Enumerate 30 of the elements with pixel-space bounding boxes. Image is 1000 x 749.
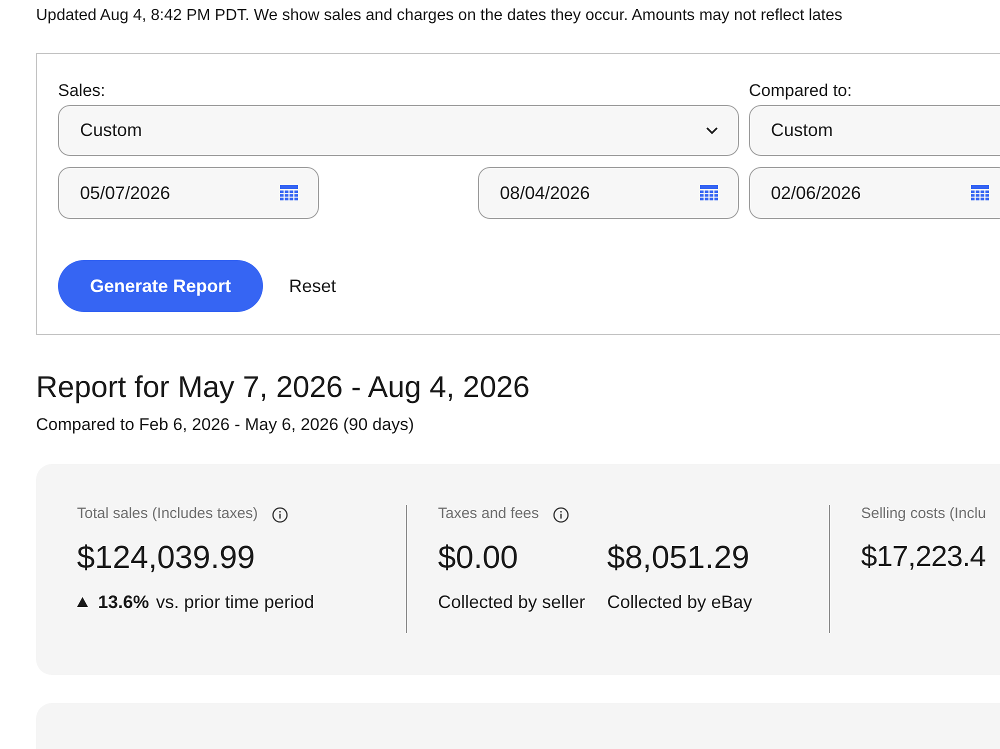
info-icon[interactable] bbox=[272, 506, 288, 522]
metric-caption: Collected by eBay bbox=[607, 590, 752, 614]
metric-value: $0.00 bbox=[438, 538, 520, 576]
up-triangle-icon bbox=[77, 597, 88, 607]
info-icon[interactable] bbox=[552, 506, 569, 522]
calendar-icon bbox=[280, 185, 298, 201]
metric-label: Total sales (Includes taxes) bbox=[77, 504, 258, 524]
reset-button[interactable]: Reset bbox=[289, 272, 336, 300]
calendar-icon bbox=[970, 185, 989, 201]
metric-value: $17,223.4 bbox=[861, 540, 986, 574]
calendar-icon bbox=[700, 185, 718, 201]
metric-caption: Collected by seller bbox=[438, 590, 586, 614]
sales-select[interactable]: Custom bbox=[58, 105, 739, 156]
metric-value: $8,051.29 bbox=[607, 538, 750, 576]
metric-label: Taxes and fees bbox=[438, 504, 539, 524]
update-notice: Updated Aug 4, 8:42 PM PDT. We show sales and charges on the dates they occur. Amounts may not reflect lates bbox=[36, 6, 844, 24]
date-field[interactable]: 02/06/2026 bbox=[748, 167, 1000, 219]
generate-report-button[interactable]: Generate Report bbox=[58, 260, 263, 312]
report-title: Report for May 7, 2026 - Aug 4, 2026 bbox=[36, 370, 531, 406]
report-subtitle: Compared to Feb 6, 2026 - May 6, 2026 (90 days) bbox=[36, 414, 415, 436]
date-field[interactable]: 08/04/2026 bbox=[478, 167, 739, 219]
sales-label: Sales: bbox=[58, 80, 106, 100]
date-field[interactable]: 05/07/2026 bbox=[58, 167, 319, 219]
metric-value: $124,039.99 bbox=[77, 538, 256, 576]
compared-label: Compared to: bbox=[748, 80, 853, 100]
metric-label: Selling costs (Inclu bbox=[861, 504, 986, 524]
compared-select[interactable]: Custom bbox=[748, 105, 1000, 156]
change-text: vs. prior time period bbox=[156, 590, 314, 614]
change-percent: 13.6% bbox=[98, 590, 150, 614]
chevron-down-icon bbox=[706, 126, 718, 134]
